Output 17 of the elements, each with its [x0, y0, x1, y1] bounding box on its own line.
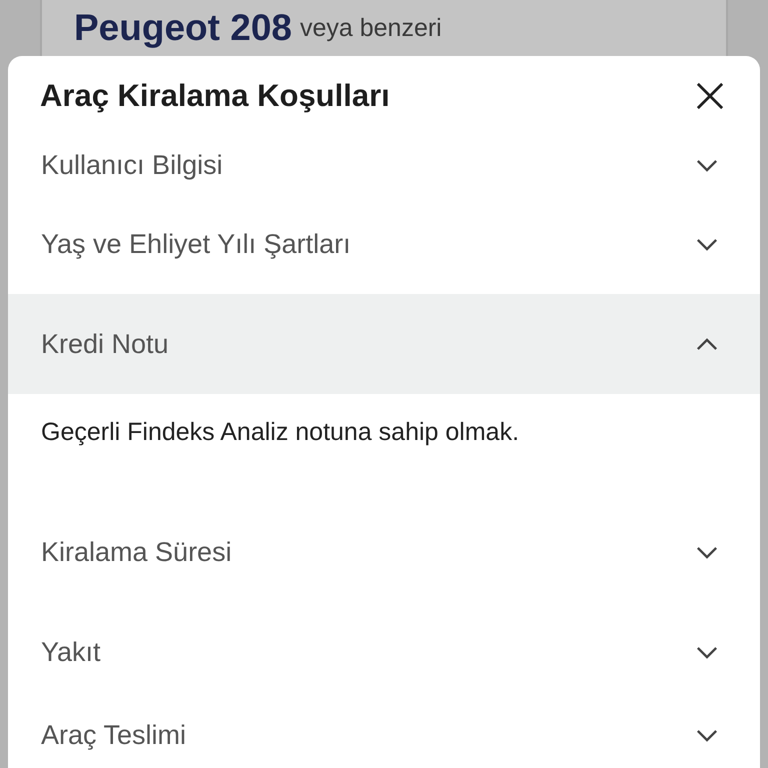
chevron-down-icon	[696, 158, 718, 172]
chevron-down-icon	[696, 546, 718, 558]
close-icon[interactable]	[696, 82, 724, 110]
car-model-note: veya benzeri	[300, 14, 442, 42]
accordion-item[interactable]: Yakıt	[8, 602, 760, 702]
accordion-item[interactable]: Yaş ve Ehliyet Yılı Şartları	[8, 194, 760, 294]
chevron-down-icon	[696, 728, 718, 742]
accordion-item[interactable]: Araç Teslimi	[8, 702, 760, 768]
accordion-item[interactable]: Kullanıcı Bilgisi	[8, 136, 760, 194]
accordion-item[interactable]: Kiralama Süresi	[8, 502, 760, 602]
sheet-title: Araç Kiralama Koşulları	[40, 78, 390, 114]
section-text: Geçerli Findeks Analiz notuna sahip olmak.	[41, 418, 520, 446]
chevron-down-icon	[696, 646, 718, 658]
accordion-item[interactable]: Kredi Notu	[8, 294, 760, 394]
car-model: Peugeot 208	[74, 7, 292, 49]
chevron-down-icon	[696, 238, 718, 250]
chevron-up-icon	[696, 338, 718, 350]
